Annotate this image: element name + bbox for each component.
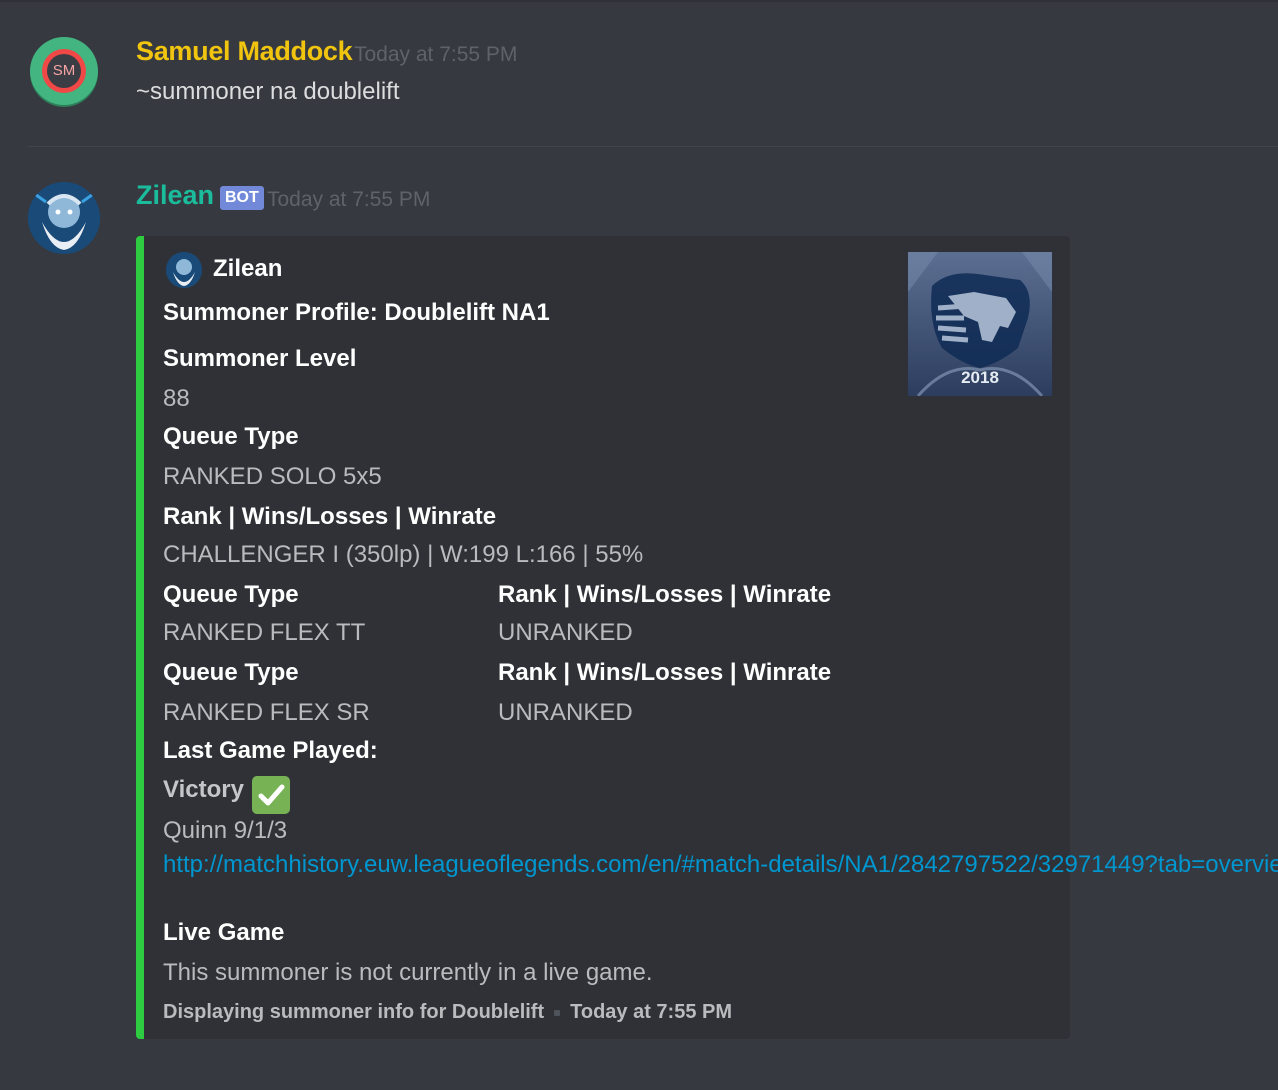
field-name: Last Game Played: [163, 737, 378, 764]
field-name: Rank | Wins/Losses | Winrate [163, 503, 497, 530]
checkmark-icon [252, 776, 290, 814]
last-game-champion: Quinn 9/1/3 [163, 817, 288, 844]
avatar-initials: SM [47, 54, 81, 88]
match-history-link[interactable]: http://matchhistory.euw.leagueoflegends.… [163, 849, 1278, 881]
field-value: UNRANKED [498, 699, 633, 726]
embed-footer: Displaying summoner info for Doublelift T… [163, 1001, 732, 1024]
embed: Zilean Summoner Profile: Doublelift NA1 … [136, 236, 1278, 1039]
field-value: This summoner is not currently in a live… [163, 959, 653, 986]
message-timestamp: Today at 7:55 PM [267, 188, 431, 211]
thumbnail-year: 2018 [961, 368, 999, 387]
embed-title: Summoner Profile: Doublelift NA1 [163, 299, 550, 326]
field-value: UNRANKED [498, 619, 633, 646]
top-divider [0, 0, 1278, 2]
field-value: CHALLENGER I (350lp) | W:199 L:166 | 55% [163, 541, 644, 568]
team-liquid-thumbnail[interactable]: 2018 [908, 252, 1052, 397]
field-name: Live Game [163, 919, 285, 946]
field-name: Rank | Wins/Losses | Winrate [498, 581, 832, 608]
embed-author-icon [166, 252, 202, 288]
field-value: 88 [163, 385, 190, 412]
message-timestamp: Today at 7:55 PM [354, 43, 518, 66]
message-content: ~summoner na doublelift [136, 78, 400, 105]
field-name: Summoner Level [163, 345, 357, 372]
footer-text: Displaying summoner info for Doublelift [163, 1001, 545, 1023]
footer-separator [554, 1009, 561, 1016]
message-author-name[interactable]: Zilean [136, 180, 214, 211]
bot-tag: BOT [220, 186, 264, 210]
field-value: RANKED FLEX TT [163, 619, 366, 646]
user-avatar[interactable]: SM [30, 37, 98, 105]
field-name: Queue Type [163, 581, 299, 608]
message-divider [28, 146, 1278, 147]
last-game-result: Victory [163, 776, 244, 803]
message-author-name[interactable]: Samuel Maddock [136, 36, 353, 67]
field-name: Queue Type [163, 659, 299, 686]
embed-author-name: Zilean [213, 255, 283, 282]
field-value: RANKED SOLO 5x5 [163, 463, 382, 490]
bot-avatar[interactable] [28, 182, 100, 254]
footer-timestamp: Today at 7:55 PM [570, 1001, 733, 1023]
field-name: Rank | Wins/Losses | Winrate [498, 659, 832, 686]
field-name: Queue Type [163, 423, 299, 450]
field-value: RANKED FLEX SR [163, 699, 370, 726]
